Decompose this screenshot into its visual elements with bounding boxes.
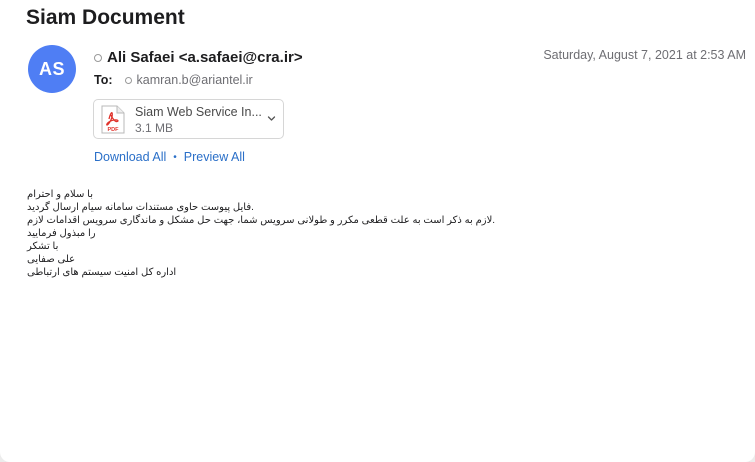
pdf-icon: PDF	[101, 105, 125, 134]
status-dot-icon	[94, 53, 102, 62]
chevron-down-icon[interactable]	[267, 114, 276, 123]
attachment-card[interactable]: PDF Siam Web Service In... 3.1 MB	[93, 99, 284, 139]
sender-avatar[interactable]: AS	[28, 45, 76, 93]
body-line: علی صفایی	[27, 254, 76, 265]
pdf-icon-label: PDF	[108, 127, 120, 133]
attachment-actions: Download All • Preview All	[94, 150, 245, 164]
body-line: با تشکر	[27, 241, 59, 252]
message-body: با سلام و احترام .فایل پیوست حاوی مستندا…	[27, 188, 497, 279]
to-label: To:	[94, 73, 113, 87]
attachment-size: 3.1 MB	[135, 121, 174, 135]
recipient-address[interactable]: kamran.b@ariantel.ir	[137, 73, 253, 87]
body-line: .فایل پیوست حاوی مستندات سامانه سیام ارس…	[27, 202, 254, 213]
body-line: با سلام و احترام	[27, 189, 93, 200]
preview-all-link[interactable]: Preview All	[184, 150, 245, 164]
from-row: Ali Safaei <a.safaei@cra.ir>	[94, 49, 303, 66]
download-all-link[interactable]: Download All	[94, 150, 166, 164]
to-row: To: kamran.b@ariantel.ir	[94, 73, 253, 87]
link-separator: •	[173, 151, 177, 163]
status-dot-icon	[124, 76, 132, 84]
message-subject: Siam Document	[26, 6, 185, 29]
body-line: .لازم به ذکر است به علت قطعی مکرر و طولا…	[27, 215, 496, 239]
body-line: اداره کل امنیت سیستم های ارتباطی	[27, 267, 177, 278]
attachment-name: Siam Web Service In...	[135, 105, 262, 119]
sender-address[interactable]: Ali Safaei <a.safaei@cra.ir>	[107, 49, 303, 66]
message-date: Saturday, August 7, 2021 at 2:53 AM	[543, 48, 746, 62]
mail-message-window: Siam Document AS Ali Safaei <a.safaei@cr…	[0, 0, 755, 462]
